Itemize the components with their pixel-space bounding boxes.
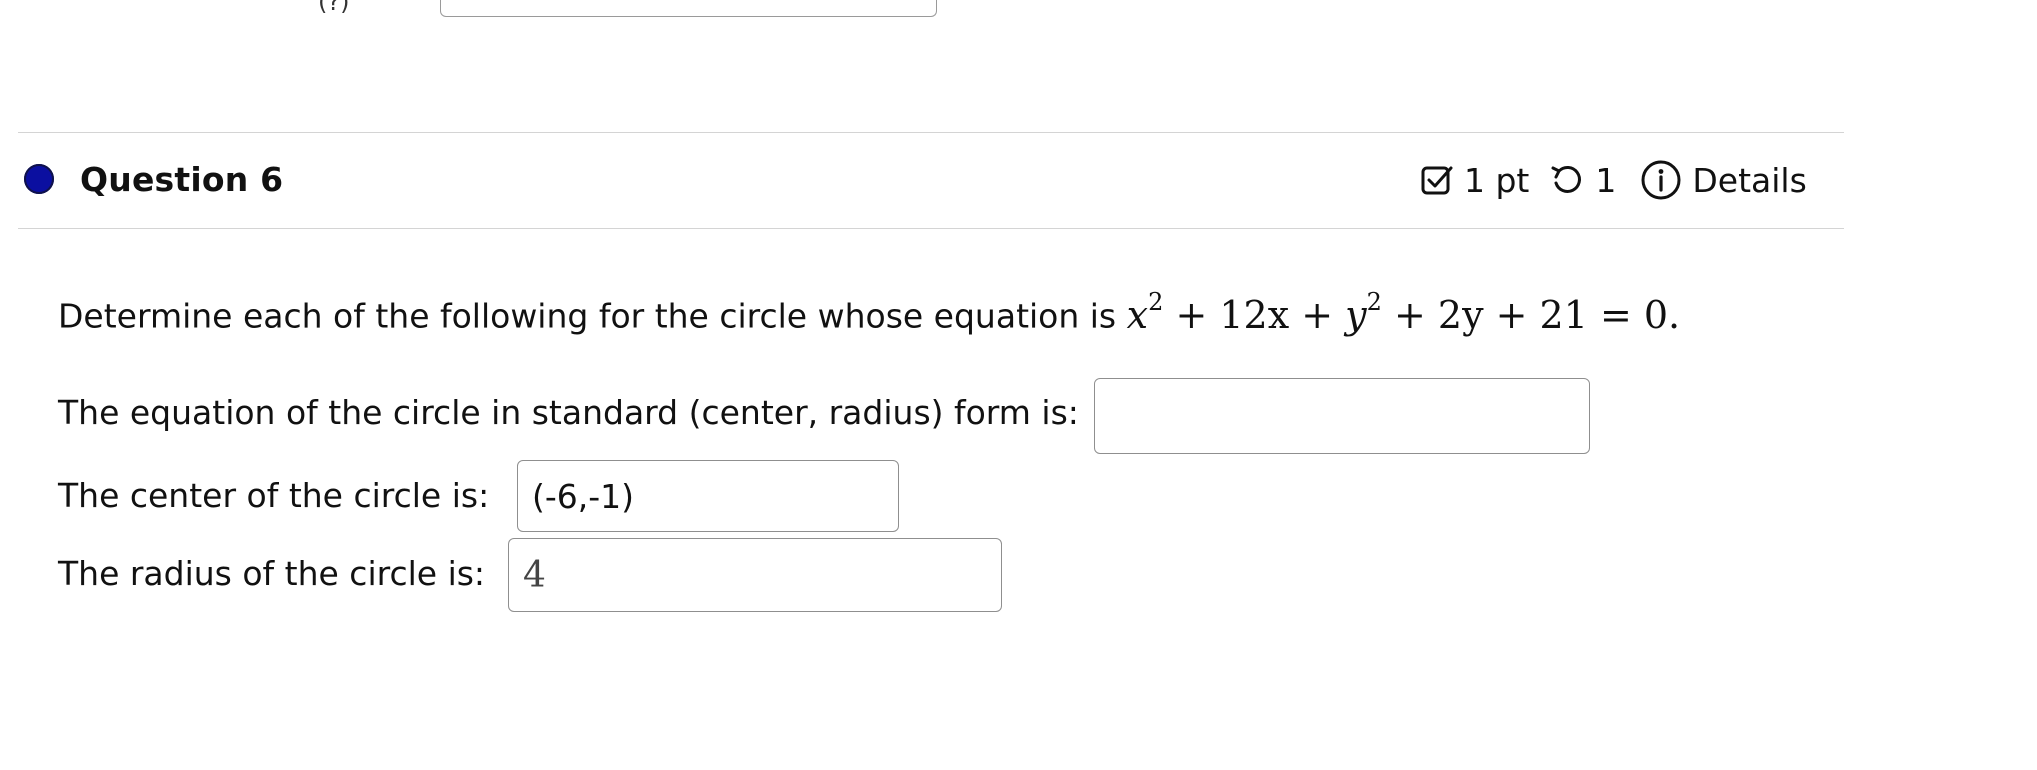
- question-title: Question 6: [80, 160, 284, 199]
- prompt-lead-text: Determine each of the following for the …: [58, 296, 1117, 336]
- info-icon[interactable]: [1640, 159, 1682, 201]
- attempts-label: 1: [1595, 160, 1617, 200]
- equation-tail: + 2y + 21 = 0.: [1381, 292, 1681, 337]
- checkbox-check-icon: [1420, 163, 1454, 197]
- radius-label: The radius of the circle is:: [58, 554, 486, 593]
- question-status-dot: [24, 164, 54, 194]
- question-prompt: Determine each of the following for the …: [58, 288, 1681, 337]
- equation-x-term: x: [1126, 292, 1149, 337]
- equation-y-term: y: [1345, 292, 1367, 337]
- previous-question-label-fragment: (?): [318, 0, 350, 16]
- center-label: The center of the circle is:: [58, 476, 490, 515]
- question-page: (?) Question 6 1 pt 1 Details Determine …: [0, 0, 2037, 770]
- question-header-divider-bottom: [18, 228, 1844, 229]
- circle-equation: x2 + 12x + y2 + 2y + 21 = 0.: [1126, 288, 1681, 337]
- question-header-divider-top: [18, 132, 1844, 133]
- details-link[interactable]: Details: [1692, 161, 1806, 200]
- standard-form-input[interactable]: [1094, 378, 1590, 454]
- points-label: 1 pt: [1464, 160, 1530, 200]
- question-meta: 1 pt 1 Details: [1420, 158, 1807, 202]
- equation-middle: + 12x +: [1163, 292, 1346, 337]
- standard-form-label: The equation of the circle in standard (…: [58, 393, 1079, 432]
- previous-question-input[interactable]: [440, 0, 937, 17]
- radius-input[interactable]: 4: [508, 538, 1002, 612]
- center-input[interactable]: (-6,-1): [517, 460, 899, 532]
- equation-y-exponent: 2: [1366, 288, 1382, 316]
- equation-x-exponent: 2: [1148, 288, 1164, 316]
- retry-icon: [1549, 162, 1585, 198]
